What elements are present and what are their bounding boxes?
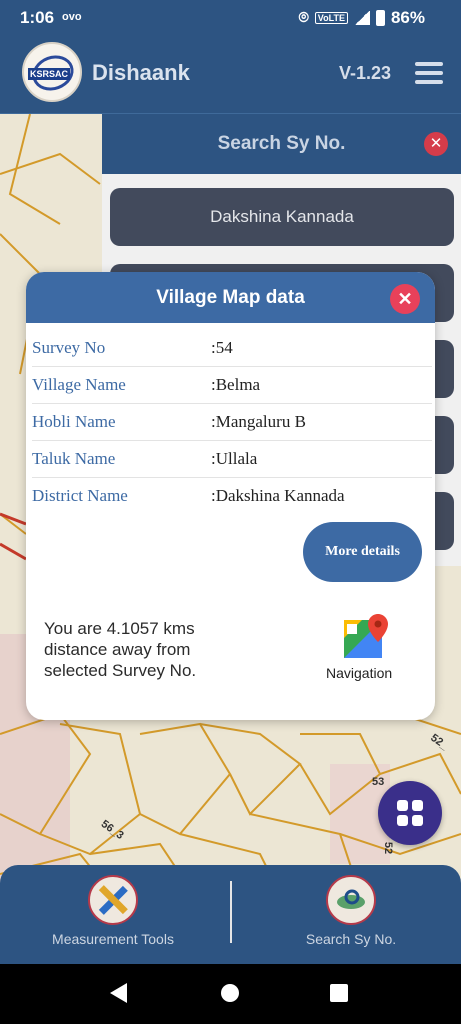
info-value: :Ullala xyxy=(211,449,258,468)
measurement-tools-label: Measurement Tools xyxy=(52,931,174,947)
bottom-bar: Measurement Tools Search Sy No. xyxy=(0,865,461,964)
hamburger-menu-icon[interactable] xyxy=(415,62,443,84)
google-maps-icon[interactable] xyxy=(344,614,390,662)
distance-text: You are 4.1057 kms distance away from se… xyxy=(44,619,197,680)
district-select[interactable]: Dakshina Kannada xyxy=(110,188,454,246)
app-bar: KSRSAC Dishaank V-1.23 xyxy=(0,36,461,114)
measurement-tools-button[interactable]: Measurement Tools xyxy=(38,875,188,947)
info-label: Survey No xyxy=(32,338,106,357)
apps-grid-fab[interactable] xyxy=(378,781,442,845)
status-right: ⌾ VoLTE 86% xyxy=(299,8,425,28)
info-label: Taluk Name xyxy=(32,449,116,468)
map-label: 53 xyxy=(372,776,385,788)
info-value: :Mangaluru B xyxy=(211,412,306,431)
map-search-icon xyxy=(326,875,376,925)
ruler-pencil-icon xyxy=(88,875,138,925)
info-label: Village Name xyxy=(32,375,126,394)
version-label: V-1.23 xyxy=(338,63,391,83)
village-map-dialog: Village Map data ✕ Survey No :54 Village… xyxy=(26,272,435,720)
app-title: Dishaank xyxy=(92,60,190,85)
search-sheet-header: Search Sy No. ✕ xyxy=(102,114,461,174)
dialog-title: Village Map data xyxy=(156,287,305,308)
info-row-village-name: Village Name :Belma xyxy=(32,367,432,404)
map-label: 52 xyxy=(382,841,395,855)
status-bar: 1:06 ovo ⌾ VoLTE 86% xyxy=(0,0,461,36)
location-icon: ⌾ xyxy=(298,8,309,27)
close-icon[interactable]: ✕ xyxy=(390,284,420,314)
info-value: :Dakshina Kannada xyxy=(211,486,345,505)
info-row-taluk-name: Taluk Name :Ullala xyxy=(32,441,432,478)
volte-icon: VoLTE xyxy=(314,12,348,24)
info-value: :54 xyxy=(211,338,233,357)
ksrsac-logo: KSRSAC xyxy=(22,42,82,102)
close-icon[interactable]: ✕ xyxy=(424,132,448,156)
search-sy-no-label: Search Sy No. xyxy=(305,931,397,947)
status-time: 1:06 xyxy=(20,8,55,27)
navigation-label[interactable]: Navigation xyxy=(326,665,392,681)
recents-icon[interactable] xyxy=(330,984,348,1002)
back-icon[interactable] xyxy=(110,983,127,1003)
more-details-button[interactable]: More details xyxy=(303,522,422,582)
home-icon[interactable] xyxy=(221,984,239,1002)
search-sheet-title: Search Sy No. xyxy=(217,133,346,154)
carrier-icon: ovo xyxy=(62,11,82,23)
info-row-hobli-name: Hobli Name :Mangaluru B xyxy=(32,404,432,441)
battery-icon xyxy=(375,10,385,26)
signal-icon xyxy=(353,11,370,25)
info-row-survey-no: Survey No :54 xyxy=(32,330,432,367)
info-value: :Belma xyxy=(211,375,261,394)
info-label: District Name xyxy=(32,486,128,505)
search-sy-no-button[interactable]: Search Sy No. xyxy=(286,875,416,947)
battery-percent: 86% xyxy=(390,8,425,27)
dialog-header: Village Map data ✕ xyxy=(26,272,435,323)
info-label: Hobli Name xyxy=(32,412,116,431)
bottom-divider xyxy=(230,881,232,943)
info-row-district-name: District Name :Dakshina Kannada xyxy=(32,478,432,515)
